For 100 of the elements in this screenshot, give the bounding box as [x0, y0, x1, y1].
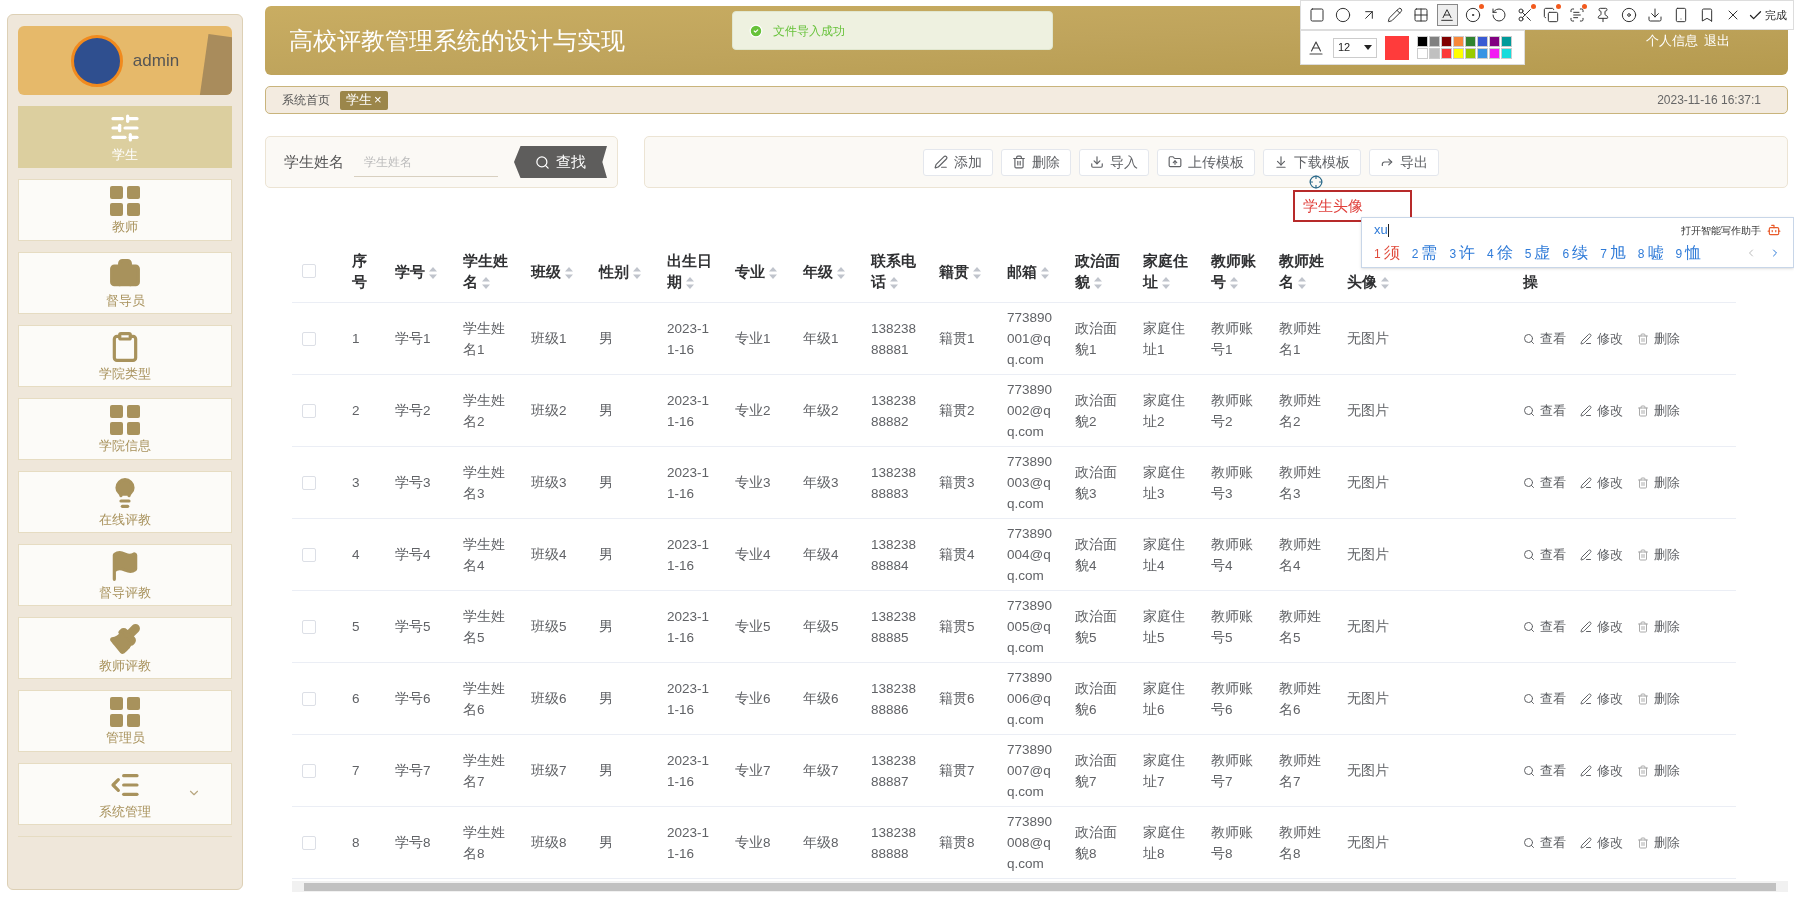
color-swatch[interactable] [1477, 48, 1488, 59]
column-header[interactable]: 邮箱 [1007, 260, 1049, 282]
sort-icon[interactable] [1381, 277, 1389, 290]
row-action-link[interactable]: 修改 [1580, 472, 1623, 493]
color-swatch[interactable] [1417, 48, 1428, 59]
row-action-link[interactable]: 删除 [1637, 472, 1680, 493]
row-action-link[interactable]: 查看 [1523, 688, 1566, 709]
toolbar-button[interactable]: 上传模板 [1157, 148, 1255, 176]
row-checkbox[interactable] [302, 763, 316, 778]
done-button[interactable]: 完成 [1748, 6, 1788, 24]
search-button[interactable]: 查找 [514, 146, 607, 178]
ime-candidate[interactable]: 3 许 [1449, 241, 1476, 265]
column-header[interactable]: 学号 [395, 260, 437, 282]
breadcrumb-home[interactable]: 系统首页 [282, 91, 330, 109]
scrollbar-thumb[interactable] [304, 882, 1776, 891]
column-header[interactable]: 家庭住址 [1143, 250, 1191, 292]
ime-candidate[interactable]: 7 旭 [1600, 241, 1626, 265]
sort-icon[interactable] [633, 266, 641, 279]
row-checkbox[interactable] [302, 264, 316, 278]
breadcrumb-tag[interactable]: 学生× [340, 90, 388, 110]
ime-candidate[interactable]: 5 虚 [1524, 241, 1551, 265]
sort-icon[interactable] [1298, 277, 1306, 290]
column-header[interactable]: 联系电话 [871, 250, 919, 292]
row-action-link[interactable]: 修改 [1580, 832, 1623, 853]
row-action-link[interactable]: 修改 [1580, 544, 1623, 565]
ime-candidate[interactable]: 6 续 [1562, 241, 1589, 265]
ime-candidate[interactable]: 1 须 [1374, 241, 1400, 265]
toolbar-button[interactable]: 导出 [1369, 148, 1439, 176]
row-action-link[interactable]: 修改 [1580, 328, 1623, 349]
sort-icon[interactable] [1094, 277, 1102, 290]
sort-icon[interactable] [890, 277, 898, 290]
horizontal-scrollbar[interactable] [292, 881, 1788, 892]
ime-candidate[interactable]: 4 徐 [1487, 241, 1513, 265]
color-swatch[interactable] [1441, 48, 1452, 59]
color-swatch[interactable] [1501, 36, 1512, 47]
color-swatch[interactable] [1489, 48, 1500, 59]
row-action-link[interactable]: 删除 [1637, 832, 1680, 853]
sort-icon[interactable] [1041, 266, 1049, 279]
column-header[interactable]: 头像 [1347, 271, 1389, 292]
sort-icon[interactable] [1230, 277, 1238, 290]
ime-assistant-link[interactable]: 打开智能写作助手 [1681, 222, 1761, 238]
row-action-link[interactable]: 查看 [1523, 328, 1566, 349]
ime-candidate[interactable]: 9 恤 [1675, 241, 1702, 265]
column-header[interactable]: 籍贯 [939, 260, 981, 282]
column-header[interactable]: 操 [1523, 271, 1538, 292]
ime-candidate[interactable]: 8 嘘 [1637, 241, 1664, 265]
row-action-link[interactable]: 查看 [1523, 544, 1566, 565]
color-swatch[interactable] [1465, 48, 1476, 59]
sort-icon[interactable] [565, 266, 573, 279]
color-swatch[interactable] [1477, 36, 1488, 47]
color-swatch[interactable] [1453, 48, 1464, 59]
ime-candidate[interactable]: 2 需 [1411, 241, 1438, 265]
column-header[interactable]: 专业 [735, 260, 777, 282]
color-swatch[interactable] [1465, 36, 1476, 47]
column-header[interactable]: 教师姓名 [1279, 250, 1327, 292]
row-action-link[interactable]: 查看 [1523, 400, 1566, 421]
row-action-link[interactable]: 删除 [1637, 616, 1680, 637]
toolbar-button[interactable]: 导入 [1079, 148, 1149, 176]
row-checkbox[interactable] [302, 475, 316, 490]
row-action-link[interactable]: 查看 [1523, 760, 1566, 781]
row-action-link[interactable]: 查看 [1523, 616, 1566, 637]
sort-icon[interactable] [769, 266, 777, 279]
color-swatch[interactable] [1501, 48, 1512, 59]
row-action-link[interactable]: 查看 [1523, 832, 1566, 853]
row-action-link[interactable]: 修改 [1580, 400, 1623, 421]
sort-icon[interactable] [837, 266, 845, 279]
color-swatch[interactable] [1453, 36, 1464, 47]
sort-icon[interactable] [1162, 277, 1170, 290]
row-action-link[interactable]: 查看 [1523, 472, 1566, 493]
toolbar-button[interactable]: 添加 [923, 148, 993, 176]
sort-icon[interactable] [482, 277, 490, 290]
color-swatch[interactable] [1489, 36, 1500, 47]
search-field[interactable]: 学生姓名 [354, 147, 498, 177]
row-action-link[interactable]: 删除 [1637, 688, 1680, 709]
sort-icon[interactable] [973, 266, 981, 279]
column-header[interactable]: 性别 [599, 260, 641, 282]
sort-icon[interactable] [429, 266, 437, 279]
tag-close[interactable]: × [374, 90, 382, 110]
row-checkbox[interactable] [302, 619, 316, 634]
row-action-link[interactable]: 修改 [1580, 616, 1623, 637]
row-action-link[interactable]: 删除 [1637, 328, 1680, 349]
font-size-select[interactable]: 12 [1333, 37, 1377, 58]
current-color-swatch[interactable] [1385, 35, 1409, 60]
column-header[interactable]: 班级 [531, 260, 573, 282]
color-swatch[interactable] [1429, 48, 1440, 59]
row-checkbox[interactable] [302, 403, 316, 418]
row-checkbox[interactable] [302, 691, 316, 706]
column-header[interactable]: 年级 [803, 260, 845, 282]
row-action-link[interactable]: 删除 [1637, 760, 1680, 781]
row-checkbox[interactable] [302, 835, 316, 850]
row-checkbox[interactable] [302, 547, 316, 562]
toolbar-button[interactable]: 下载模板 [1263, 148, 1361, 176]
capture-tool[interactable] [1436, 4, 1458, 26]
toolbar-button[interactable]: 删除 [1001, 148, 1071, 176]
column-header[interactable]: 教师账号 [1211, 250, 1259, 292]
row-action-link[interactable]: 修改 [1580, 688, 1623, 709]
row-checkbox[interactable] [302, 331, 316, 346]
sort-icon[interactable] [686, 277, 694, 290]
row-action-link[interactable]: 删除 [1637, 544, 1680, 565]
column-header[interactable]: 出生日期 [667, 250, 715, 292]
